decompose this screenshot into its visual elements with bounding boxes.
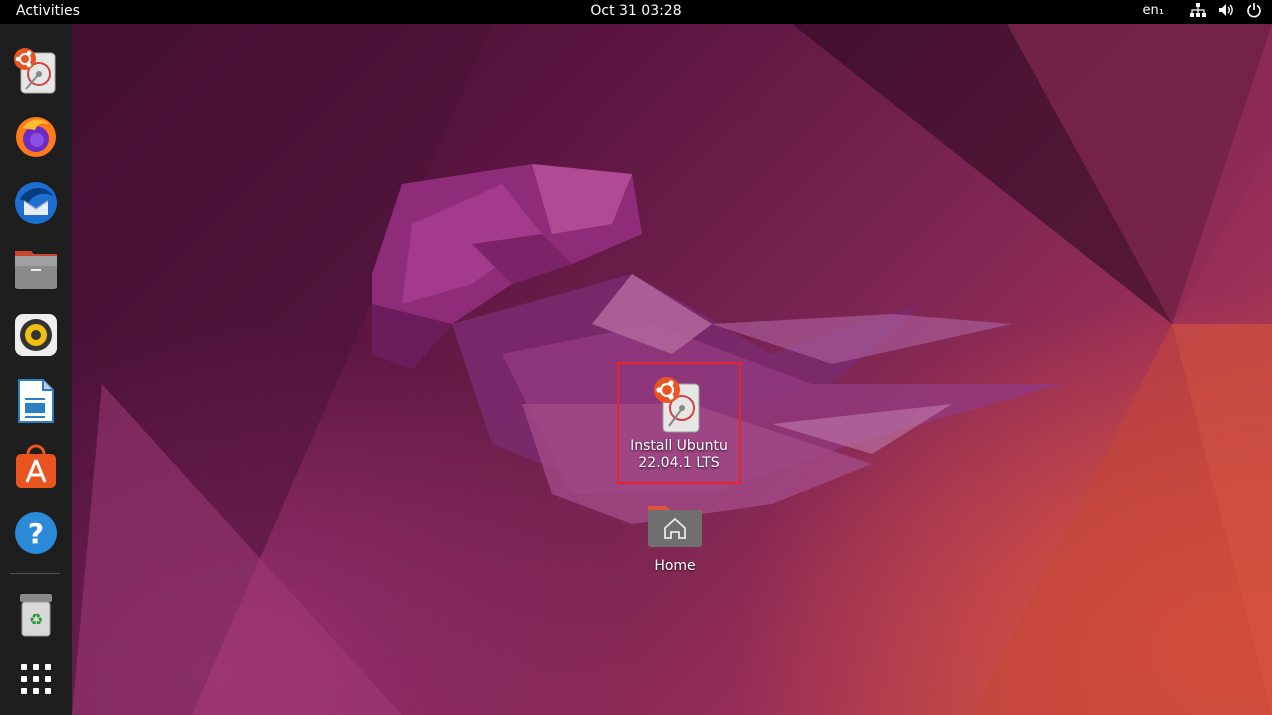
dock-separator: [10, 573, 60, 574]
clock[interactable]: Oct 31 03:28: [590, 3, 681, 19]
svg-text:♻: ♻: [29, 610, 43, 629]
home-label: Home: [654, 558, 696, 574]
activities-button[interactable]: Activities: [16, 3, 80, 19]
files-icon: [15, 251, 57, 289]
thunderbird-icon: [15, 182, 57, 224]
help-icon: ?: [15, 512, 57, 554]
writer-icon: [18, 379, 54, 423]
desktop-background[interactable]: Install Ubuntu 22.04.1 LTS Home: [72, 24, 1272, 715]
trash-icon: ♻: [20, 594, 52, 637]
home-desktop-icon[interactable]: Home: [613, 498, 737, 575]
ubuntu-installer-icon: [14, 48, 56, 94]
dock-trash[interactable]: ♻: [8, 587, 64, 643]
system-tray[interactable]: en₁: [1143, 2, 1262, 18]
dock-libreoffice-writer[interactable]: [8, 373, 64, 429]
dock-help[interactable]: ?: [8, 505, 64, 561]
home-folder-icon: [648, 506, 702, 547]
clock-container: Oct 31 03:28: [0, 3, 1272, 19]
rhythmbox-icon: [15, 314, 57, 356]
install-ubuntu-label-line1: Install Ubuntu: [630, 438, 728, 454]
install-ubuntu-desktop-icon[interactable]: Install Ubuntu 22.04.1 LTS: [617, 362, 741, 484]
dock-ubuntu-software[interactable]: [8, 439, 64, 495]
dock-install-ubuntu[interactable]: [8, 43, 64, 99]
software-icon: [16, 444, 56, 488]
dock-show-applications[interactable]: [8, 651, 64, 707]
dock: ? ♻: [0, 24, 72, 715]
volume-icon[interactable]: [1218, 3, 1234, 17]
dock-files[interactable]: [8, 241, 64, 297]
input-language-indicator[interactable]: en₁: [1143, 3, 1164, 18]
install-ubuntu-label-line2: 22.04.1 LTS: [638, 455, 720, 471]
dock-rhythmbox[interactable]: [8, 307, 64, 363]
top-bar: Activities Oct 31 03:28 en₁: [0, 0, 1272, 24]
svg-text:?: ?: [28, 517, 44, 550]
dock-thunderbird[interactable]: [8, 175, 64, 231]
ubuntu-installer-icon: [654, 377, 700, 433]
firefox-icon: [16, 117, 56, 157]
power-icon[interactable]: [1246, 2, 1262, 18]
app-grid-icon: [21, 664, 51, 694]
dock-firefox[interactable]: [8, 109, 64, 165]
network-icon[interactable]: [1190, 3, 1206, 17]
